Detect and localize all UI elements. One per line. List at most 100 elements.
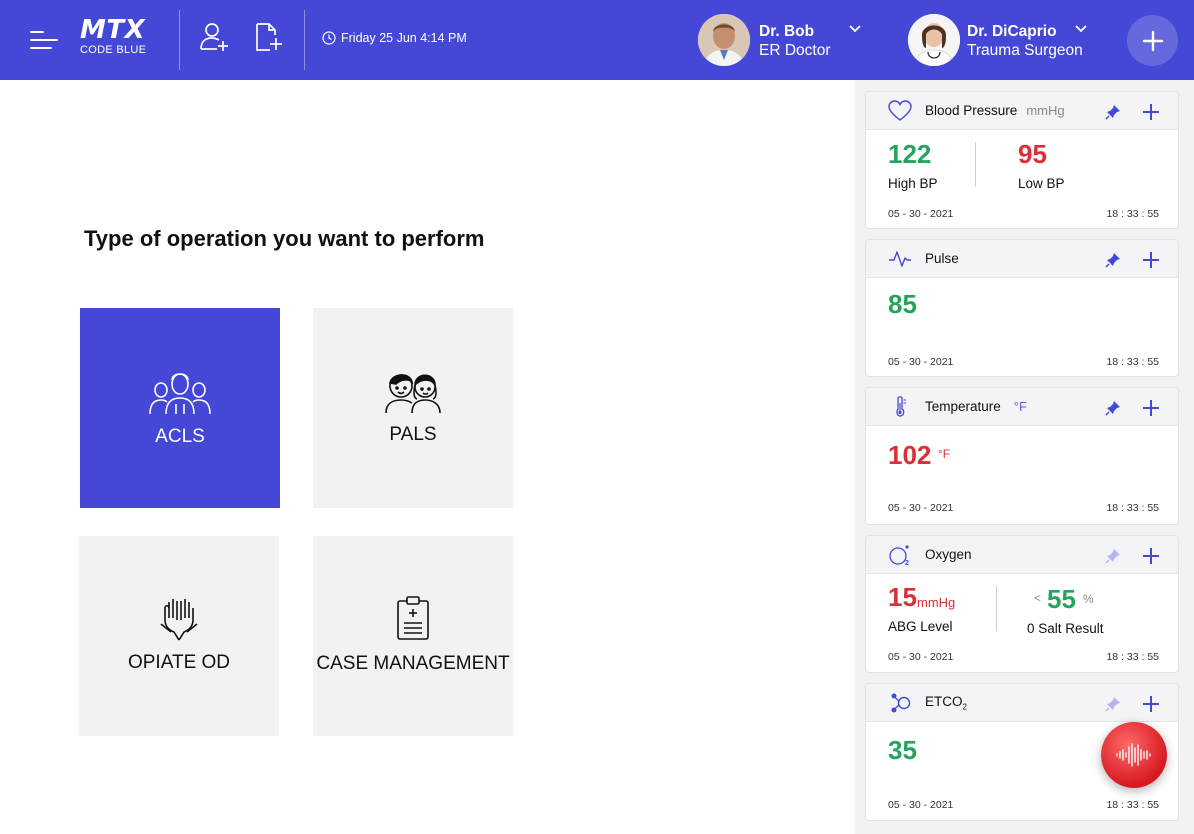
salt-prefix: < [1034, 591, 1042, 605]
clock-icon [322, 31, 336, 45]
high-bp-value: 122 [888, 139, 932, 169]
clipboard-icon [397, 596, 429, 640]
card-header: Pulse [866, 240, 1178, 278]
etco2-title-subscript: 2 [962, 702, 967, 712]
pulse-value: 85 [888, 289, 917, 319]
chevron-down-icon[interactable] [848, 24, 862, 34]
logo-subtext: CODE BLUE [80, 44, 147, 56]
card-title: Pulse [925, 251, 959, 266]
reading-date: 05 - 30 - 2021 [888, 799, 954, 811]
profile-name: Dr. Bob [759, 23, 815, 40]
svg-text:2: 2 [905, 560, 909, 567]
reading-date: 05 - 30 - 2021 [888, 651, 954, 663]
reading-time: 18 : 33 : 55 [1106, 651, 1159, 663]
children-icon [385, 374, 441, 414]
vital-card-blood-pressure: Blood Pressure mmHg 122 High BP 95 Low B… [865, 91, 1179, 229]
card-title: Temperature [925, 399, 1001, 414]
card-header: ETCO2 [866, 684, 1178, 722]
salt-unit: % [1083, 592, 1094, 606]
card-title: Blood Pressure [925, 103, 1018, 118]
datetime: Friday 25 Jun 4:14 PM [322, 31, 467, 45]
heart-icon [888, 99, 912, 121]
profile-role: ER Doctor [759, 42, 831, 59]
logo: MTX CODE BLUE [80, 16, 146, 56]
reading-time: 18 : 33 : 55 [1106, 502, 1159, 514]
plus-icon[interactable] [1142, 399, 1160, 417]
vital-card-pulse: Pulse 85 05 - 30 - 2021 18 : 33 : 55 [865, 239, 1179, 377]
temperature-value: 102 [888, 440, 932, 470]
vital-card-oxygen: 2 Oxygen 15 mmHg ABG Level < 55 % 0 Salt… [865, 535, 1179, 673]
card-unit: mmHg [1026, 103, 1065, 118]
oxygen-icon: 2 [889, 544, 909, 567]
abg-label: ABG Level [888, 619, 953, 634]
reading-time: 18 : 33 : 55 [1106, 799, 1159, 811]
high-bp-label: High BP [888, 176, 938, 191]
pin-icon[interactable] [1104, 695, 1122, 713]
logo-text: MTX [80, 15, 146, 45]
pin-icon[interactable] [1104, 547, 1122, 565]
thermometer-icon [896, 395, 906, 417]
plus-icon[interactable] [1142, 251, 1160, 269]
card-header: 2 Oxygen [866, 536, 1178, 574]
add-patient-icon[interactable] [198, 20, 232, 54]
reading-date: 05 - 30 - 2021 [888, 502, 954, 514]
tile-label: CASE MANAGEMENT [316, 653, 510, 674]
temperature-unit: °F [938, 447, 951, 461]
pin-icon[interactable] [1104, 399, 1122, 417]
tile-label: ACLS [155, 426, 205, 447]
molecule-icon [891, 693, 911, 712]
tile-acls[interactable]: ACLS [80, 308, 280, 508]
adult-group-icon [149, 373, 211, 415]
pulse-icon [889, 250, 911, 267]
plus-icon[interactable] [1142, 103, 1160, 121]
sound-wave-icon [1116, 743, 1151, 767]
card-header: Temperature °F [866, 388, 1178, 426]
card-unit: °F [1013, 399, 1027, 414]
divider [304, 10, 305, 70]
tile-case-management[interactable]: CASE MANAGEMENT [313, 536, 513, 736]
reading-date: 05 - 30 - 2021 [888, 208, 954, 220]
tile-opiate-od[interactable]: OPIATE OD [79, 536, 279, 736]
profile-name: Dr. DiCaprio [967, 23, 1057, 40]
salt-label: 0 Salt Result [1027, 621, 1104, 636]
divider [975, 142, 976, 187]
avatar [698, 14, 750, 66]
vital-card-temperature: Temperature °F 102 °F 05 - 30 - 2021 18 … [865, 387, 1179, 525]
etco2-value: 35 [888, 735, 917, 765]
salt-value: 55 [1047, 584, 1076, 614]
reading-time: 18 : 33 : 55 [1106, 208, 1159, 220]
low-bp-value: 95 [1018, 139, 1047, 169]
reading-time: 18 : 33 : 55 [1106, 356, 1159, 368]
abg-value: 15 [888, 582, 917, 612]
plus-icon [1142, 30, 1163, 51]
datetime-text: Friday 25 Jun 4:14 PM [341, 31, 467, 45]
profile-dr-bob[interactable]: Dr. Bob ER Doctor [698, 14, 831, 66]
plus-icon[interactable] [1142, 695, 1160, 713]
plus-icon[interactable] [1142, 547, 1160, 565]
divider [996, 586, 997, 631]
page-title: Type of operation you want to perform [84, 226, 485, 251]
tile-label: PALS [389, 424, 437, 445]
low-bp-label: Low BP [1018, 176, 1065, 191]
pin-icon[interactable] [1104, 251, 1122, 269]
abg-unit: mmHg [917, 595, 956, 610]
vitals-sidebar: Blood Pressure mmHg 122 High BP 95 Low B… [855, 80, 1194, 834]
reading-date: 05 - 30 - 2021 [888, 356, 954, 368]
add-button[interactable] [1127, 15, 1178, 66]
add-document-icon[interactable] [252, 20, 286, 54]
top-bar: MTX CODE BLUE Friday 25 Jun 4:14 PM Dr. … [0, 0, 1194, 80]
chevron-down-icon[interactable] [1074, 24, 1088, 34]
card-header: Blood Pressure mmHg [866, 92, 1178, 130]
card-title: ETCO2 [925, 694, 967, 712]
pin-icon[interactable] [1104, 103, 1122, 121]
profile-dr-dicaprio[interactable]: Dr. DiCaprio Trauma Surgeon [908, 14, 1083, 66]
tile-label: OPIATE OD [127, 652, 231, 673]
hands-icon [160, 599, 198, 641]
menu-icon[interactable] [30, 28, 58, 52]
voice-record-button[interactable] [1101, 722, 1167, 788]
etco2-title-text: ETCO [925, 693, 963, 709]
tile-pals[interactable]: PALS [313, 308, 513, 508]
avatar [908, 14, 960, 66]
profile-role: Trauma Surgeon [967, 42, 1083, 59]
divider [179, 10, 180, 70]
